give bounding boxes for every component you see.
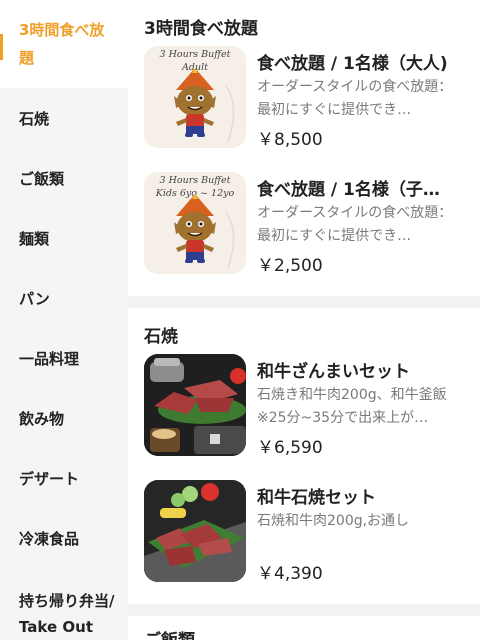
- item-name: 食べ放題 / 1名様（子…: [257, 180, 440, 200]
- item-price: ￥6,590: [257, 438, 323, 458]
- item-thumbnail: 3 Hours Buffet Adult: [144, 46, 246, 148]
- item-description: オーダースタイルの食べ放題：最初にすぐに提供でき…: [257, 205, 453, 244]
- sidebar-item-rice[interactable]: ご飯類: [0, 164, 128, 194]
- item-thumbnail: 3 Hours Buffet Kids 6yo ~ 12yo: [144, 172, 246, 274]
- menu-section-rice: ご飯類: [128, 616, 480, 640]
- sidebar-item-label: 石焼: [19, 110, 50, 128]
- wagyu-ishiyaki-photo: [144, 480, 246, 582]
- sidebar-item-label: 3時間食べ放題: [19, 21, 105, 67]
- section-title: 石焼: [144, 327, 178, 347]
- sidebar-item-takeout[interactable]: 持ち帰り弁当/ Take Out: [0, 584, 128, 640]
- sidebar-item-dishes[interactable]: 一品料理: [0, 344, 128, 374]
- item-description: オーダースタイルの食べ放題：最初にすぐに提供でき…: [257, 79, 453, 118]
- category-sidebar: 3時間食べ放題 石焼 ご飯類 麺類 パン 一品料理 飲み物 デザート 冷凍食品 …: [0, 0, 128, 640]
- item-name: 食べ放題 / 1名様（大人): [257, 54, 448, 74]
- item-description: 石焼き和牛肉200g、和牛釜飯※25分~35分で出来上が…: [257, 387, 447, 426]
- item-description: 石焼和牛肉200g,お通し: [257, 513, 410, 529]
- sidebar-item-frozen[interactable]: 冷凍食品: [0, 524, 128, 554]
- sidebar-item-label: デザート: [19, 470, 80, 488]
- item-name: 和牛ざんまいセット: [257, 362, 410, 382]
- menu-item[interactable]: 3 Hours Buffet Adult 食べ放題 / 1名様（大人) オーダー…: [144, 46, 480, 150]
- sidebar-item-label: ご飯類: [19, 170, 65, 188]
- sidebar-item-label: パン: [19, 290, 50, 308]
- menu-item[interactable]: 和牛ざんまいセット 石焼き和牛肉200g、和牛釜飯※25分~35分で出来上が… …: [144, 354, 480, 458]
- item-price: ￥4,390: [257, 564, 323, 584]
- item-thumbnail: [144, 354, 246, 456]
- sidebar-item-noodles[interactable]: 麺類: [0, 224, 128, 254]
- item-name: 和牛石焼セット: [257, 488, 376, 508]
- item-price: ￥8,500: [257, 130, 323, 150]
- sidebar-item-label: 持ち帰り弁当/ Take Out: [19, 592, 115, 636]
- item-thumbnail: [144, 480, 246, 582]
- sidebar-item-dessert[interactable]: デザート: [0, 464, 128, 494]
- sidebar-item-drinks[interactable]: 飲み物: [0, 404, 128, 434]
- sidebar-item-label: 飲み物: [19, 410, 65, 428]
- section-title: ご飯類: [144, 626, 195, 640]
- mascot-icon: [174, 68, 235, 143]
- section-title: 3時間食べ放題: [144, 19, 258, 39]
- wagyu-set-photo: [144, 354, 246, 456]
- sidebar-item-bread[interactable]: パン: [0, 284, 128, 314]
- sidebar-item-label: 一品料理: [19, 350, 80, 368]
- menu-section-ishiyaki: 石焼 和牛ざんまいセット 石焼き和牛肉200g、和牛釜飯※25分~35分で出来上…: [128, 308, 480, 604]
- sidebar-item-label: 冷凍食品: [19, 530, 80, 548]
- menu-item[interactable]: 3 Hours Buffet Kids 6yo ~ 12yo 食べ放題 / 1名…: [144, 172, 480, 276]
- menu-section-buffet: 3時間食べ放題 3 Hours Buffet Adult 食べ放題 / 1名様（…: [128, 0, 480, 296]
- mascot-icon: [174, 194, 235, 269]
- sidebar-item-label: 麺類: [19, 230, 50, 248]
- menu-list: 3時間食べ放題 3 Hours Buffet Adult 食べ放題 / 1名様（…: [128, 0, 480, 640]
- sidebar-item-ishiyaki[interactable]: 石焼: [0, 104, 128, 134]
- item-price: ￥2,500: [257, 256, 323, 276]
- sidebar-item-buffet[interactable]: 3時間食べ放題: [0, 0, 128, 88]
- menu-item[interactable]: 和牛石焼セット 石焼和牛肉200g,お通し ￥4,390: [144, 480, 480, 584]
